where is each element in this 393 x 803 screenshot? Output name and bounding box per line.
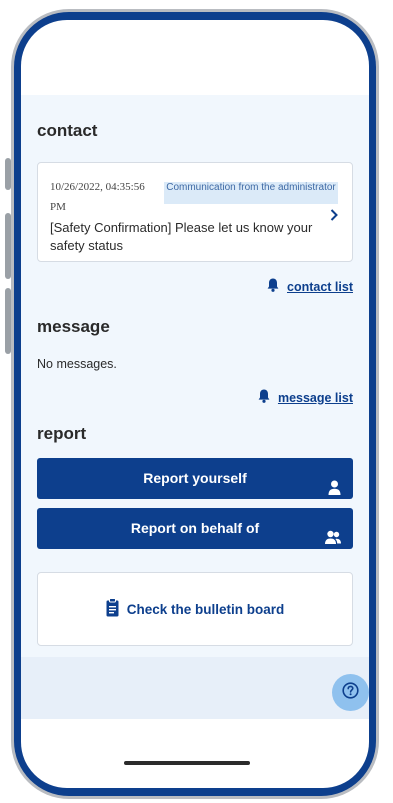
bulletin-board-label: Check the bulletin board — [126, 601, 285, 617]
phone-bezel: contact 10/26/2022, 04:35:56 PM Communic… — [14, 12, 376, 796]
message-list-link[interactable]: message list — [278, 391, 353, 405]
bell-icon — [258, 388, 270, 407]
report-on-behalf-button[interactable]: Report on behalf of — [37, 508, 353, 549]
report-section-title: report — [37, 424, 87, 443]
clipboard-icon — [106, 597, 119, 621]
contact-list-row: contact list — [267, 277, 353, 296]
phone-frame: contact 10/26/2022, 04:35:56 PM Communic… — [11, 9, 379, 799]
home-indicator[interactable] — [124, 761, 250, 765]
app-screen: contact 10/26/2022, 04:35:56 PM Communic… — [21, 20, 369, 788]
footer-band — [21, 657, 369, 719]
contact-datetime: 10/26/2022, 04:35:56 PM — [50, 181, 145, 213]
admin-badge: Communication from the administrator — [164, 182, 338, 204]
help-button[interactable] — [332, 674, 369, 711]
contact-section-title: contact — [37, 121, 98, 140]
message-list-row: message list — [258, 388, 353, 407]
people-icon — [325, 520, 341, 561]
report-yourself-label: Report yourself — [143, 470, 247, 486]
bell-icon — [267, 277, 279, 296]
contact-card[interactable]: 10/26/2022, 04:35:56 PM Communication fr… — [37, 162, 353, 262]
report-yourself-button[interactable]: Report yourself — [37, 458, 353, 499]
question-icon — [342, 682, 359, 703]
no-messages-text: No messages. — [37, 357, 117, 371]
contact-list-link[interactable]: contact list — [287, 280, 353, 294]
contact-message: [Safety Confirmation] Please let us know… — [50, 220, 313, 253]
message-section-title: message — [37, 317, 110, 336]
bulletin-board-card[interactable]: Check the bulletin board — [37, 572, 353, 646]
person-icon — [328, 470, 341, 511]
chevron-right-icon — [330, 206, 338, 225]
report-on-behalf-label: Report on behalf of — [130, 520, 260, 536]
